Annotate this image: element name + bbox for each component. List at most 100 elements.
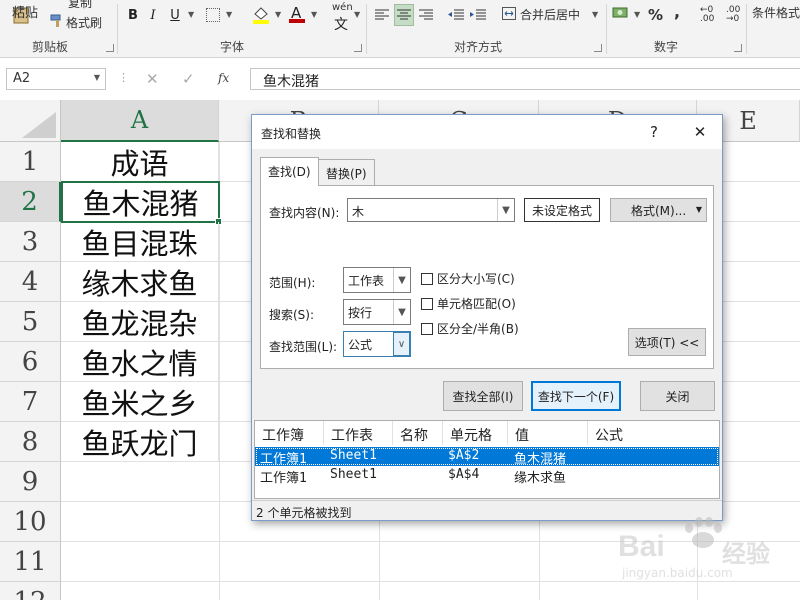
find-next-button[interactable]: 查找下一个(F) bbox=[531, 381, 621, 411]
formula-input[interactable]: 鱼木混猪 bbox=[250, 68, 800, 90]
row-header-8[interactable]: 8 bbox=[0, 422, 61, 462]
row-header-9[interactable]: 9 bbox=[0, 462, 61, 502]
format-painter-button[interactable]: 格式刷 bbox=[66, 14, 102, 31]
decrease-indent-icon[interactable] bbox=[446, 4, 466, 26]
match-entire-cell-checkbox[interactable]: 单元格匹配(O) bbox=[421, 295, 516, 312]
look-in-label: 查找范围(L): bbox=[269, 340, 338, 354]
cell-a3[interactable]: 鱼目混珠 bbox=[61, 222, 219, 262]
options-button[interactable]: 选项(T) << bbox=[628, 328, 706, 356]
row-header-1[interactable]: 1 bbox=[0, 142, 61, 182]
enter-icon[interactable]: ✓ bbox=[182, 70, 195, 88]
cell-a5[interactable]: 鱼龙混杂 bbox=[61, 302, 219, 342]
tab-replace[interactable]: 替换(P) bbox=[318, 159, 375, 185]
row-header-7[interactable]: 7 bbox=[0, 382, 61, 422]
underline-dropdown-icon[interactable]: ▼ bbox=[188, 10, 194, 19]
look-in-select[interactable]: 公式 ∨ bbox=[343, 331, 411, 357]
border-dropdown-icon[interactable]: ▼ bbox=[226, 10, 232, 19]
merge-center-button[interactable]: 合并后居中 bbox=[520, 6, 580, 23]
format-dropdown-icon[interactable]: ▼ bbox=[696, 205, 702, 214]
look-in-dropdown-icon[interactable]: ∨ bbox=[393, 332, 410, 356]
match-entire-cell-box[interactable] bbox=[421, 297, 433, 310]
font-launcher-icon[interactable] bbox=[354, 44, 362, 52]
tab-find[interactable]: 查找(D) bbox=[260, 157, 319, 186]
insert-function-button[interactable]: fx bbox=[218, 71, 229, 85]
align-center-button[interactable] bbox=[394, 4, 414, 26]
row-header-10[interactable]: 10 bbox=[0, 502, 61, 542]
cell-a6[interactable]: 鱼水之情 bbox=[61, 342, 219, 382]
match-case-checkbox[interactable]: 区分大小写(C) bbox=[421, 270, 515, 287]
row-header-6[interactable]: 6 bbox=[0, 342, 61, 382]
match-width-box[interactable] bbox=[421, 322, 433, 335]
percent-button[interactable]: % bbox=[648, 6, 663, 24]
paste-button-label[interactable]: 粘贴 bbox=[12, 2, 38, 21]
find-what-dropdown-icon[interactable]: ▼ bbox=[497, 199, 514, 221]
fill-color-dropdown-icon[interactable]: ▼ bbox=[275, 10, 281, 19]
column-header-a[interactable]: A bbox=[61, 100, 219, 142]
align-left-button[interactable] bbox=[372, 4, 392, 26]
match-case-box[interactable] bbox=[421, 272, 433, 285]
select-all-button[interactable] bbox=[0, 100, 61, 142]
results-header-formula[interactable]: 公式 bbox=[588, 421, 719, 445]
search-select[interactable]: 按行 ▼ bbox=[343, 299, 411, 325]
close-button[interactable]: 关闭 bbox=[640, 381, 715, 411]
alignment-launcher-icon[interactable] bbox=[594, 44, 602, 52]
row-header-3[interactable]: 3 bbox=[0, 222, 61, 262]
increase-indent-icon[interactable] bbox=[468, 4, 488, 26]
cell-a4[interactable]: 缘木求鱼 bbox=[61, 262, 219, 302]
results-header-name[interactable]: 名称 bbox=[393, 421, 443, 445]
number-launcher-icon[interactable] bbox=[734, 44, 742, 52]
italic-button[interactable]: I bbox=[144, 4, 162, 26]
results-row[interactable]: 工作簿1 Sheet1 $A$2 鱼木混猪 bbox=[255, 447, 719, 467]
name-box-dropdown-icon[interactable]: ▼ bbox=[94, 73, 100, 82]
bold-button[interactable]: B bbox=[124, 4, 142, 26]
copy-button[interactable]: 复制 bbox=[68, 0, 92, 11]
row-header-4[interactable]: 4 bbox=[0, 262, 61, 302]
font-color-icon[interactable]: A bbox=[288, 4, 306, 24]
row-header-11[interactable]: 11 bbox=[0, 542, 61, 582]
results-header-value[interactable]: 值 bbox=[508, 421, 588, 445]
within-select[interactable]: 工作表 ▼ bbox=[343, 267, 411, 293]
border-icon[interactable] bbox=[206, 8, 220, 22]
font-color-dropdown-icon[interactable]: ▼ bbox=[311, 10, 317, 19]
format-painter-icon[interactable] bbox=[50, 14, 64, 28]
decrease-decimal-icon[interactable]: .00 →0 bbox=[726, 6, 740, 24]
increase-decimal-icon[interactable]: ←0.00 bbox=[700, 6, 714, 24]
fill-color-icon[interactable] bbox=[252, 6, 270, 24]
cell-a2[interactable]: 鱼木混猪 bbox=[61, 181, 220, 223]
dialog-titlebar[interactable]: 查找和替换 ? ✕ bbox=[252, 115, 722, 149]
currency-dropdown-icon[interactable]: ▼ bbox=[634, 10, 640, 19]
merge-dropdown-icon[interactable]: ▼ bbox=[592, 10, 598, 19]
row-header-2[interactable]: 2 bbox=[0, 182, 61, 222]
results-header-cell[interactable]: 单元格 bbox=[443, 421, 508, 445]
currency-icon[interactable] bbox=[612, 5, 630, 21]
conditional-format-button[interactable]: 条件格式 bbox=[752, 4, 800, 21]
results-header-workbook[interactable]: 工作簿 bbox=[255, 421, 324, 445]
clipboard-launcher-icon[interactable] bbox=[106, 44, 114, 52]
cell-a8[interactable]: 鱼跃龙门 bbox=[61, 422, 219, 462]
name-box[interactable]: A2 ▼ bbox=[6, 68, 106, 90]
align-right-button[interactable] bbox=[416, 4, 436, 26]
merge-center-icon[interactable] bbox=[502, 7, 516, 20]
search-dropdown-icon[interactable]: ▼ bbox=[393, 300, 410, 324]
underline-button[interactable]: U bbox=[166, 4, 184, 26]
phonetic-button[interactable]: wén bbox=[332, 2, 353, 13]
row-header-5[interactable]: 5 bbox=[0, 302, 61, 342]
phonetic-icon[interactable]: 文 bbox=[334, 14, 348, 34]
find-all-button[interactable]: 查找全部(I) bbox=[443, 381, 523, 411]
results-row[interactable]: 工作簿1 Sheet1 $A$4 缘木求鱼 bbox=[255, 466, 719, 486]
match-case-label: 区分大小写(C) bbox=[437, 272, 515, 286]
find-what-value: 木 bbox=[352, 205, 365, 219]
row-header-12[interactable]: 12 bbox=[0, 582, 61, 600]
find-what-input[interactable]: 木 ▼ bbox=[347, 198, 515, 222]
cancel-icon[interactable]: ✕ bbox=[146, 70, 159, 88]
cell-a1[interactable]: 成语 bbox=[61, 142, 219, 182]
cell-a7[interactable]: 鱼米之乡 bbox=[61, 382, 219, 422]
match-width-checkbox[interactable]: 区分全/半角(B) bbox=[421, 320, 519, 337]
comma-button[interactable]: , bbox=[674, 2, 680, 21]
help-button[interactable]: ? bbox=[642, 121, 666, 143]
results-header-sheet[interactable]: 工作表 bbox=[324, 421, 393, 445]
phonetic-dropdown-icon[interactable]: ▼ bbox=[354, 10, 360, 19]
close-icon[interactable]: ✕ bbox=[688, 121, 712, 143]
within-dropdown-icon[interactable]: ▼ bbox=[393, 268, 410, 292]
format-button[interactable]: 格式(M)... ▼ bbox=[610, 198, 707, 222]
